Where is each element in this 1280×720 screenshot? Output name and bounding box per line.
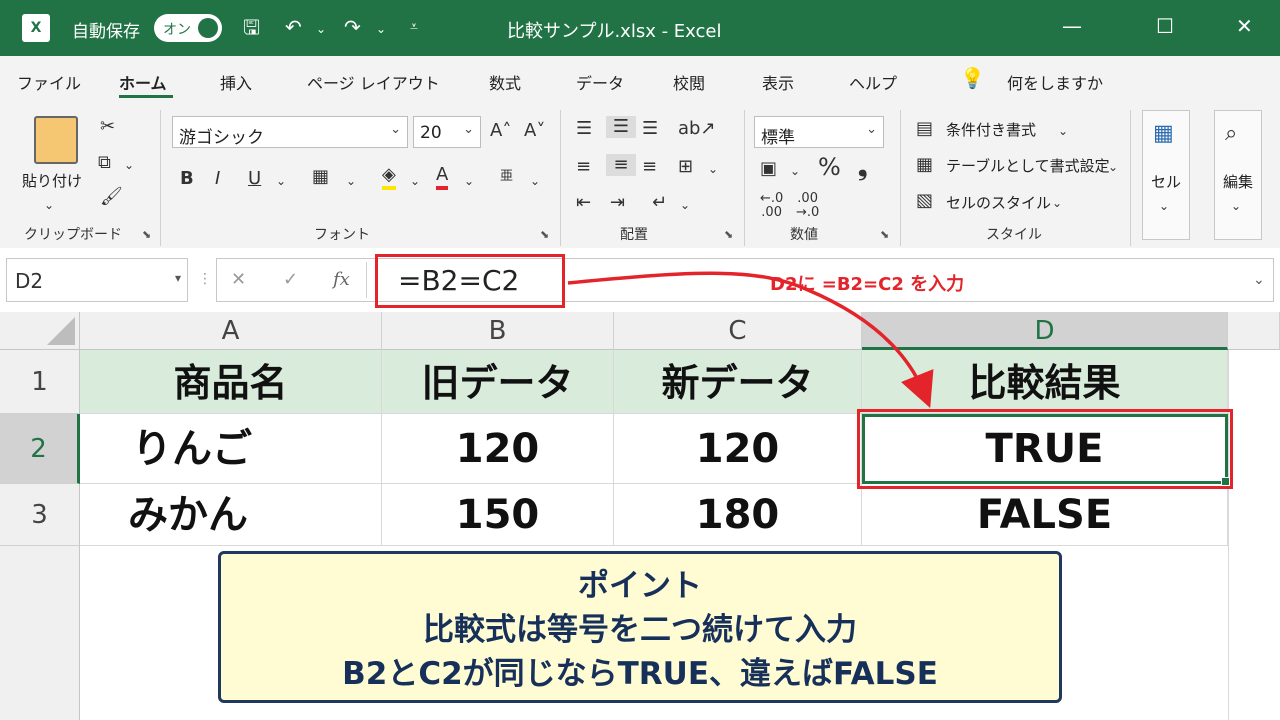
note-line-2: 比較式は等号を二つ続けて入力 — [423, 612, 857, 648]
annotation-text: D2に =B2=C2 を入力 — [770, 274, 965, 295]
point-note: ポイント 比較式は等号を二つ続けて入力 B2とC2が同じならTRUE、違えばFA… — [218, 551, 1062, 703]
note-title: ポイント — [578, 568, 702, 604]
note-line-3: B2とC2が同じならTRUE、違えばFALSE — [342, 656, 938, 692]
